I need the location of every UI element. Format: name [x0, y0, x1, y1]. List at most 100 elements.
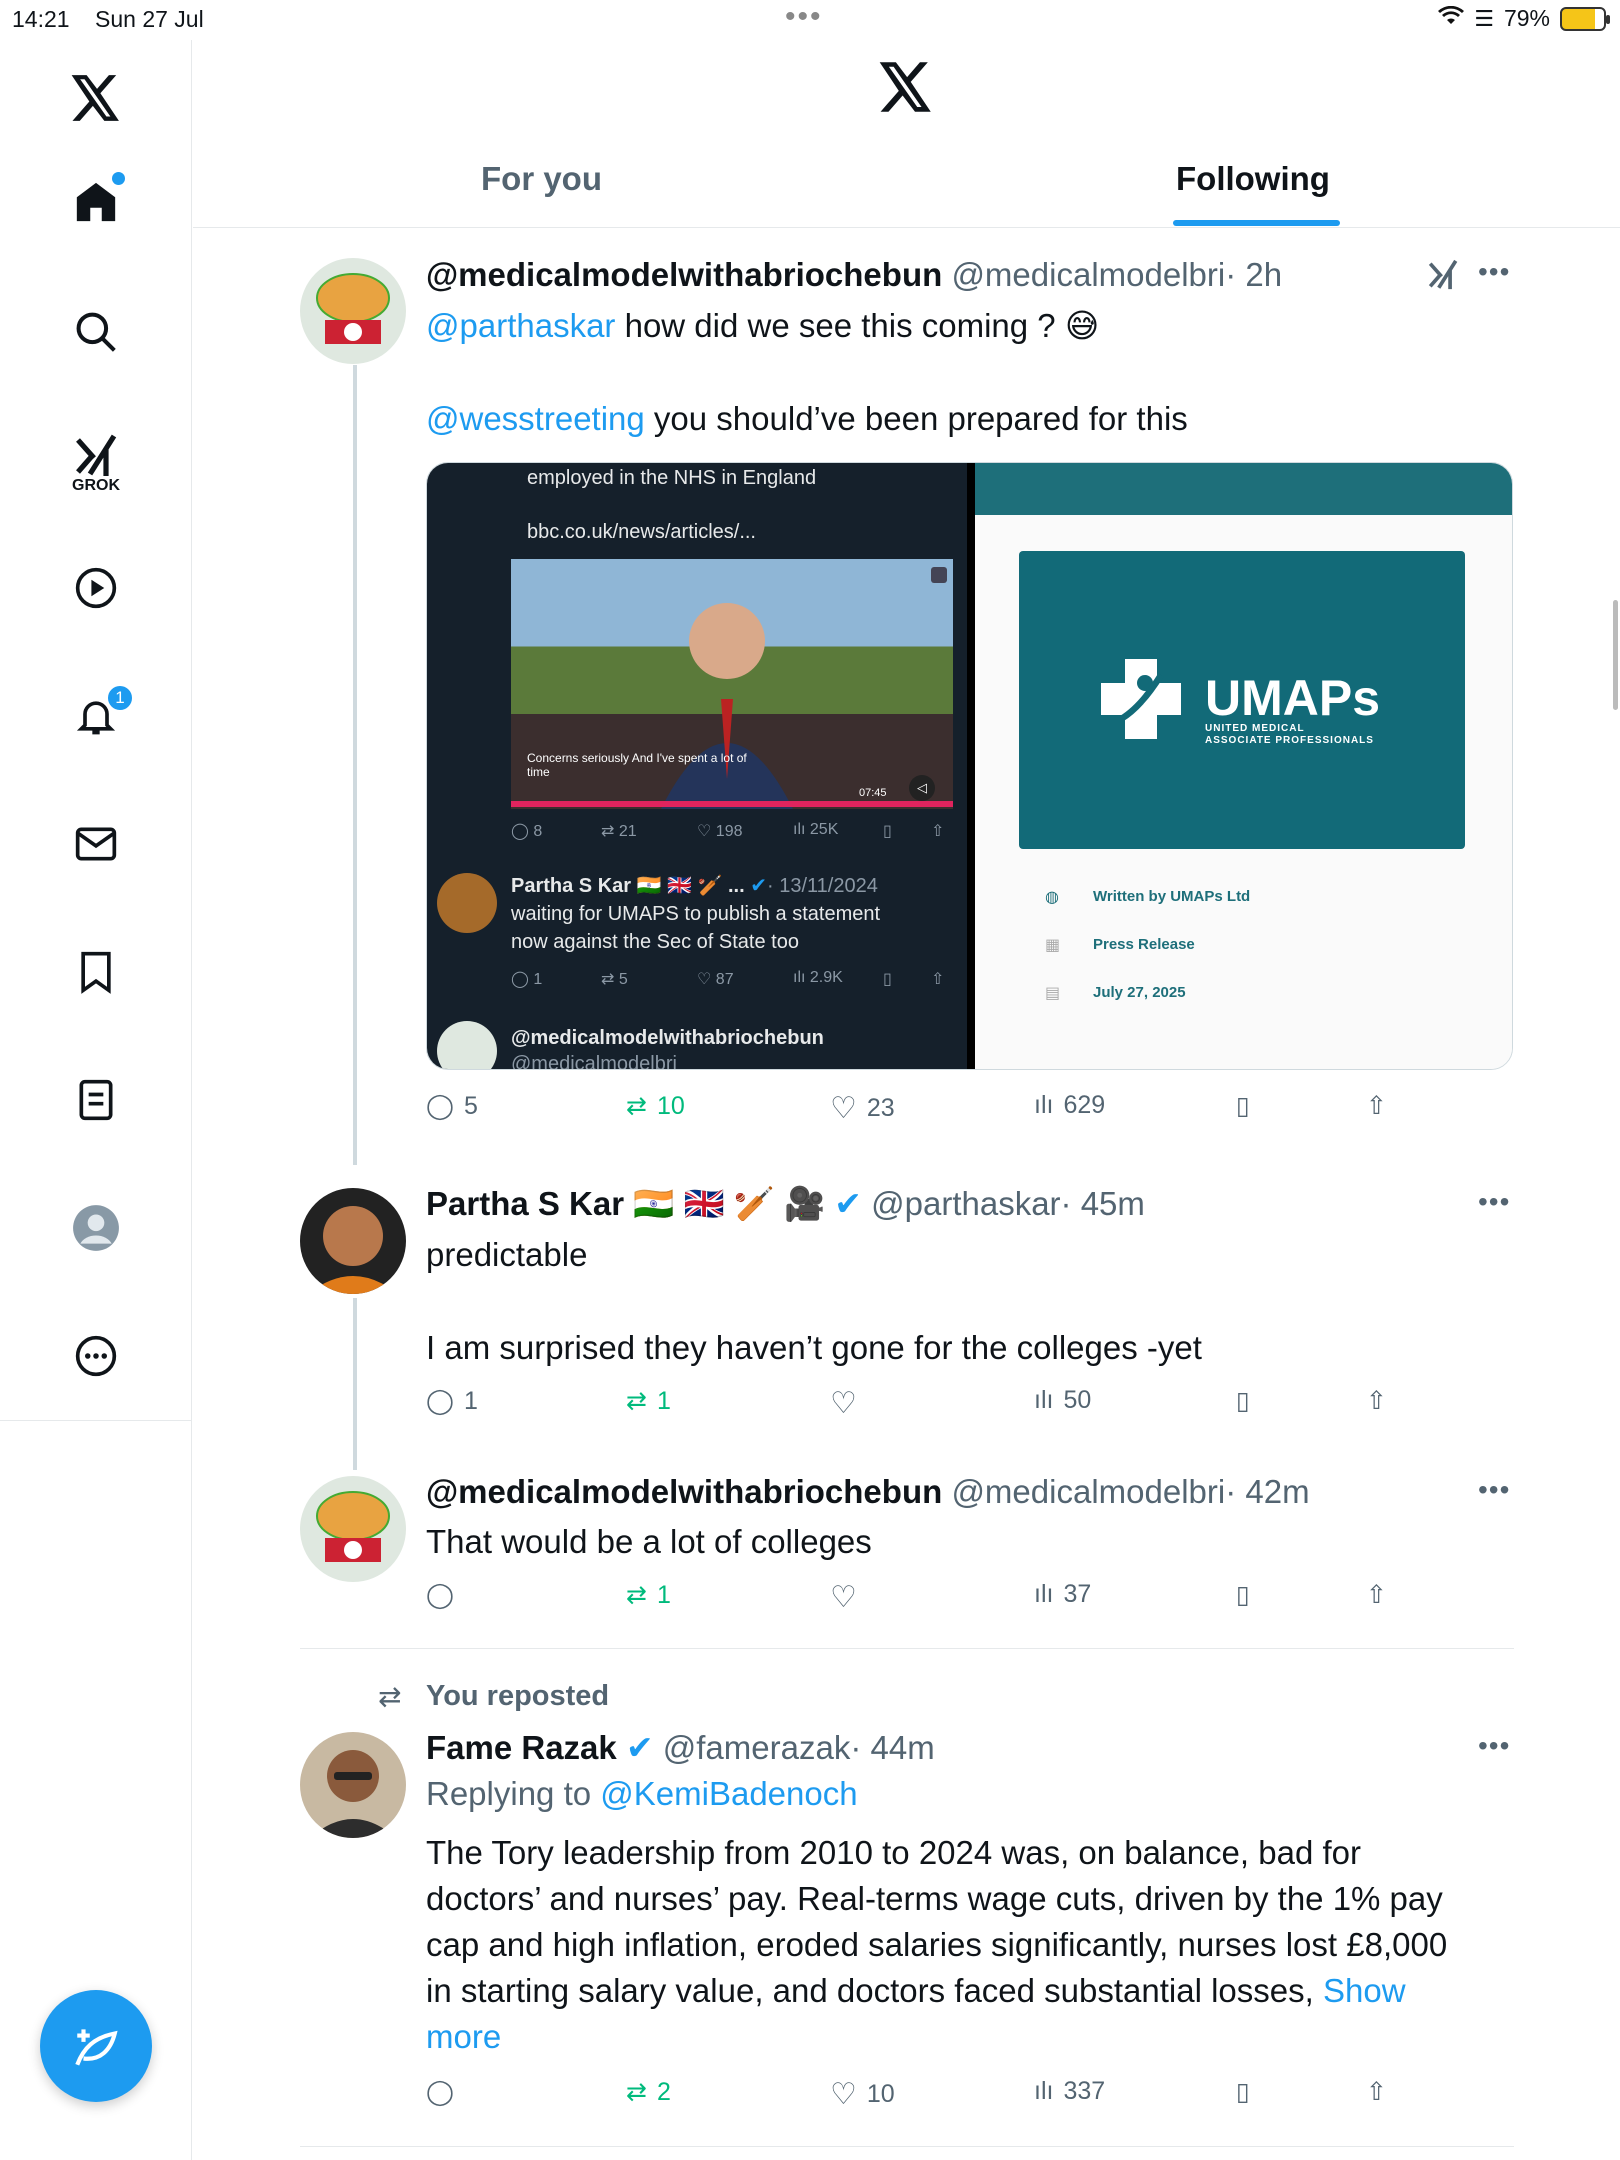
- share-icon: ⇧: [1366, 1581, 1387, 1609]
- post-more-icon[interactable]: •••: [1478, 1186, 1510, 1218]
- author-name[interactable]: @medicalmodelwithabriochebun: [426, 1473, 942, 1510]
- post-divider: [300, 1648, 1514, 1649]
- multitasking-dots-icon[interactable]: •••: [785, 0, 823, 34]
- author-handle[interactable]: @medicalmodelbri: [951, 1473, 1225, 1510]
- mention-link[interactable]: @parthaskar: [426, 307, 615, 344]
- share-button[interactable]: ⇧: [1366, 1091, 1387, 1121]
- x-logo-icon[interactable]: [60, 62, 132, 134]
- notifications-icon[interactable]: 1: [60, 680, 134, 752]
- media-separator: [967, 463, 975, 1069]
- reply-button[interactable]: ◯ 1: [426, 1386, 478, 1416]
- repost-button[interactable]: ⇄ 10: [626, 1091, 685, 1121]
- views-button[interactable]: ılı 337: [1034, 2077, 1105, 2106]
- reply-button[interactable]: ◯: [426, 1580, 464, 1610]
- media-bottom-handle: @medicalmodelbri: [511, 1053, 677, 1070]
- avatar[interactable]: [300, 1732, 406, 1838]
- views-icon: ılı 25K: [793, 821, 839, 838]
- avatar[interactable]: [300, 1188, 406, 1294]
- mute-icon[interactable]: ◁: [909, 775, 935, 801]
- like-icon: ♡ 198: [697, 823, 743, 840]
- screenshot-image-left[interactable]: employed in the NHS in England bbc.co.uk…: [427, 463, 967, 1070]
- bookmark-button[interactable]: ▯: [1236, 1091, 1250, 1121]
- messages-icon[interactable]: [60, 808, 132, 880]
- grok-label: GROK: [72, 477, 120, 494]
- repost-label[interactable]: You reposted: [426, 1680, 609, 1713]
- repost-button[interactable]: ⇄ 1: [626, 1580, 671, 1610]
- mention-link[interactable]: @KemiBadenoch: [600, 1775, 857, 1812]
- compose-feather-icon: [75, 2029, 118, 2066]
- views-button[interactable]: ılı 37: [1034, 1580, 1091, 1609]
- post-actions: ◯ 5 ⇄ 10 ♡ 23 ılı 629 ▯ ⇧: [426, 1091, 1406, 1131]
- share-button[interactable]: ⇧: [1366, 1580, 1387, 1610]
- more-circle-icon[interactable]: [60, 1320, 132, 1392]
- post-text-line-2: @wesstreeting you should’ve been prepare…: [426, 396, 1188, 442]
- views-button[interactable]: ılı 629: [1034, 1091, 1105, 1120]
- notifications-badge: 1: [106, 684, 134, 712]
- post-time[interactable]: · 45m: [1061, 1185, 1145, 1222]
- video-thumbnail[interactable]: Concerns seriously And I've spent a lot …: [511, 559, 953, 809]
- search-icon[interactable]: [60, 296, 132, 368]
- bookmark-icon: ▯: [1236, 1092, 1250, 1120]
- scrollbar[interactable]: [1613, 600, 1618, 710]
- views-icon: ılı: [1034, 1091, 1054, 1119]
- post-more-icon[interactable]: •••: [1478, 1474, 1510, 1506]
- author-name[interactable]: Partha S Kar 🇮🇳 🇬🇧 🏏 🎥: [426, 1185, 825, 1222]
- author-handle[interactable]: @parthaskar: [871, 1185, 1060, 1222]
- like-button[interactable]: ♡: [830, 1580, 867, 1615]
- like-button[interactable]: ♡ 10: [830, 2077, 895, 2112]
- post-time[interactable]: · 44m: [850, 1729, 934, 1766]
- post-more-icon[interactable]: •••: [1478, 1730, 1510, 1762]
- avatar[interactable]: [300, 1476, 406, 1582]
- bookmarks-icon[interactable]: [60, 936, 132, 1008]
- media-text: employed in the NHS in England: [527, 467, 817, 489]
- bookmark-icon: ▯: [1236, 2078, 1250, 2106]
- repost-button[interactable]: ⇄ 1: [626, 1386, 671, 1416]
- screenshot-image-right[interactable]: UMAPs UNITED MEDICAL ASSOCIATE PROFESSIO…: [975, 463, 1512, 1069]
- grok-analyze-icon[interactable]: [1426, 258, 1460, 297]
- like-button[interactable]: ♡: [830, 1386, 867, 1421]
- post-media[interactable]: employed in the NHS in England bbc.co.uk…: [426, 462, 1513, 1070]
- video-icon[interactable]: [60, 552, 132, 624]
- repost-button[interactable]: ⇄ 2: [626, 2077, 671, 2107]
- post-time[interactable]: · 2h: [1225, 256, 1282, 293]
- repost-icon: ⇄: [626, 1581, 647, 1609]
- reply-button[interactable]: ◯ 5: [426, 1091, 478, 1121]
- bookmark-button[interactable]: ▯: [1236, 1580, 1250, 1610]
- tab-for-you[interactable]: For you: [481, 160, 602, 198]
- views-icon: ılı: [1034, 1580, 1054, 1608]
- compose-post-button[interactable]: [40, 1990, 152, 2102]
- reply-icon: ◯: [426, 1581, 454, 1609]
- show-more-link[interactable]: Show: [1323, 1972, 1406, 2009]
- battery-percent: 79%: [1503, 5, 1550, 31]
- post-text: That would be a lot of colleges: [426, 1523, 872, 1560]
- author-name[interactable]: Fame Razak: [426, 1729, 617, 1766]
- header-x-logo-icon[interactable]: [879, 62, 933, 117]
- post-more-icon[interactable]: •••: [1478, 256, 1510, 288]
- reply-button[interactable]: ◯: [426, 2077, 464, 2107]
- author-handle[interactable]: @medicalmodelbri: [951, 256, 1225, 293]
- brand-sub-2: ASSOCIATE PROFESSIONALS: [1205, 735, 1374, 746]
- like-button[interactable]: ♡ 23: [830, 1091, 895, 1126]
- show-more-link[interactable]: more: [426, 2014, 501, 2060]
- mention-link[interactable]: @wesstreeting: [426, 400, 645, 437]
- post-time[interactable]: · 42m: [1225, 1473, 1309, 1510]
- media-bottom-name: @medicalmodelwithabriochebun: [511, 1027, 824, 1049]
- reply-icon: ◯ 8: [511, 823, 543, 840]
- share-button[interactable]: ⇧: [1366, 1386, 1387, 1416]
- bookmark-button[interactable]: ▯: [1236, 1386, 1250, 1416]
- home-icon[interactable]: [60, 166, 132, 238]
- share-icon: ⇧: [931, 823, 945, 840]
- author-handle[interactable]: @famerazak: [663, 1729, 851, 1766]
- avatar[interactable]: [300, 258, 406, 364]
- share-button[interactable]: ⇧: [1366, 2077, 1387, 2107]
- bookmark-icon: ▯: [883, 823, 892, 840]
- repost-icon: ⇄ 21: [601, 823, 637, 840]
- umaps-logo-card: UMAPs UNITED MEDICAL ASSOCIATE PROFESSIO…: [1019, 551, 1465, 849]
- lists-icon[interactable]: [60, 1064, 132, 1136]
- profile-avatar-icon[interactable]: [60, 1192, 132, 1264]
- author-name[interactable]: @medicalmodelwithabriochebun: [426, 256, 942, 293]
- views-button[interactable]: ılı 50: [1034, 1386, 1091, 1415]
- video-time: 07:45: [859, 787, 887, 799]
- bookmark-button[interactable]: ▯: [1236, 2077, 1250, 2107]
- tab-following[interactable]: Following: [1176, 160, 1330, 198]
